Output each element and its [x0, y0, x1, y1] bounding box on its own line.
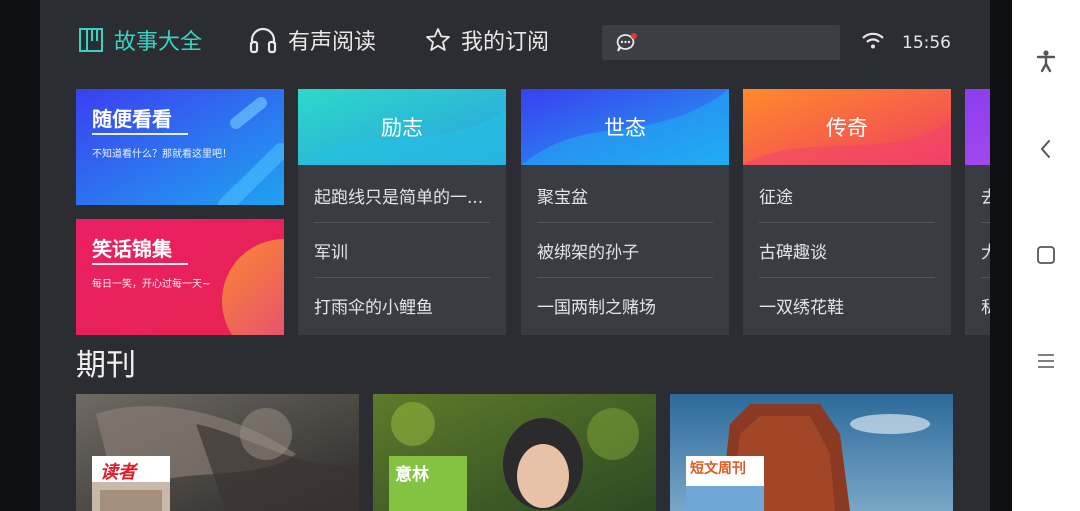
- magazine-card[interactable]: 意林: [373, 394, 656, 511]
- category-card-society[interactable]: 世态 聚宝盆 被绑架的孙子 一国两制之赌场: [521, 89, 729, 335]
- story-link[interactable]: 聚宝盆: [537, 168, 713, 222]
- tab-label: 我的订阅: [461, 30, 550, 55]
- story-link[interactable]: 被绑架的孙子: [537, 223, 713, 277]
- wifi-icon: [862, 32, 884, 54]
- tab-label: 有声阅读: [288, 30, 377, 55]
- category-card-partial[interactable]: 去 大 私: [965, 89, 990, 335]
- section-title-periodicals: 期刊: [76, 348, 136, 383]
- category-header[interactable]: 世态: [521, 89, 729, 165]
- back-icon[interactable]: [1031, 134, 1061, 164]
- chat-bubble-icon: [615, 32, 639, 58]
- system-nav-bar: [1012, 0, 1080, 511]
- magazine-card[interactable]: 读者: [76, 394, 359, 511]
- promo-subtitle: 每日一笑，开心过每一天~: [92, 279, 211, 290]
- tab-audio-reading[interactable]: 有声阅读: [248, 24, 376, 56]
- screen-left-edge: [0, 0, 40, 511]
- category-header[interactable]: [965, 89, 990, 165]
- story-link[interactable]: 古碑趣谈: [759, 223, 935, 277]
- star-outline-icon: [425, 27, 451, 53]
- category-title: 世态: [604, 116, 646, 140]
- accessibility-icon[interactable]: [1031, 46, 1061, 76]
- promo-underline: [92, 263, 188, 265]
- tab-label: 故事大全: [114, 30, 203, 55]
- app-window: 故事大全 有声阅读 我的订阅 15:56 随便看看 不知道看什么？那就看这里吧！: [40, 0, 990, 511]
- category-title: 传奇: [826, 116, 868, 140]
- magazine-cover: 读者: [92, 456, 170, 511]
- magazine-cover: 意林: [389, 456, 467, 511]
- category-card-legend[interactable]: 传奇 征途 古碑趣谈 一双绣花鞋: [743, 89, 951, 335]
- promo-card-jokes[interactable]: 笑话锦集 每日一笑，开心过每一天~: [76, 219, 284, 335]
- promo-title: 笑话锦集: [92, 237, 172, 261]
- category-card-inspiration[interactable]: 励志 起跑线只是简单的一... 军训 打雨伞的小鲤鱼: [298, 89, 506, 335]
- book-frame-icon: [78, 27, 104, 53]
- story-link[interactable]: 私: [981, 278, 990, 332]
- story-link[interactable]: 大: [981, 223, 990, 277]
- story-link[interactable]: 打雨伞的小鲤鱼: [314, 278, 490, 332]
- story-link[interactable]: 一国两制之赌场: [537, 278, 713, 332]
- screen-right-edge: [990, 0, 1012, 511]
- magazine-cover-title: 读者: [100, 462, 136, 483]
- magazine-card[interactable]: 短文周刊: [670, 394, 953, 511]
- magazine-cover-title: 短文周刊: [690, 461, 746, 477]
- category-title: [965, 89, 990, 165]
- category-header[interactable]: 励志: [298, 89, 506, 165]
- headphones-icon: [248, 26, 278, 54]
- promo-title: 随便看看: [92, 107, 172, 131]
- magazine-cover: 短文周刊: [686, 456, 764, 511]
- story-link[interactable]: 起跑线只是简单的一...: [314, 168, 490, 222]
- category-title: 励志: [381, 116, 423, 140]
- story-link[interactable]: 一双绣花鞋: [759, 278, 935, 332]
- story-link[interactable]: 去: [981, 168, 990, 222]
- category-header[interactable]: 传奇: [743, 89, 951, 165]
- home-icon[interactable]: [1031, 240, 1061, 270]
- promo-underline: [92, 133, 188, 135]
- story-link[interactable]: 军训: [314, 223, 490, 277]
- promo-card-browse[interactable]: 随便看看 不知道看什么？那就看这里吧！: [76, 89, 284, 205]
- tab-story-collection[interactable]: 故事大全: [78, 24, 202, 56]
- tab-my-subscriptions[interactable]: 我的订阅: [425, 24, 549, 56]
- search-box[interactable]: [602, 25, 840, 60]
- magazine-cover-title: 意林: [395, 465, 429, 485]
- promo-subtitle: 不知道看什么？那就看这里吧！: [92, 149, 232, 160]
- menu-icon[interactable]: [1031, 346, 1061, 376]
- story-link[interactable]: 征途: [759, 168, 935, 222]
- clock-time: 15:56: [902, 33, 951, 53]
